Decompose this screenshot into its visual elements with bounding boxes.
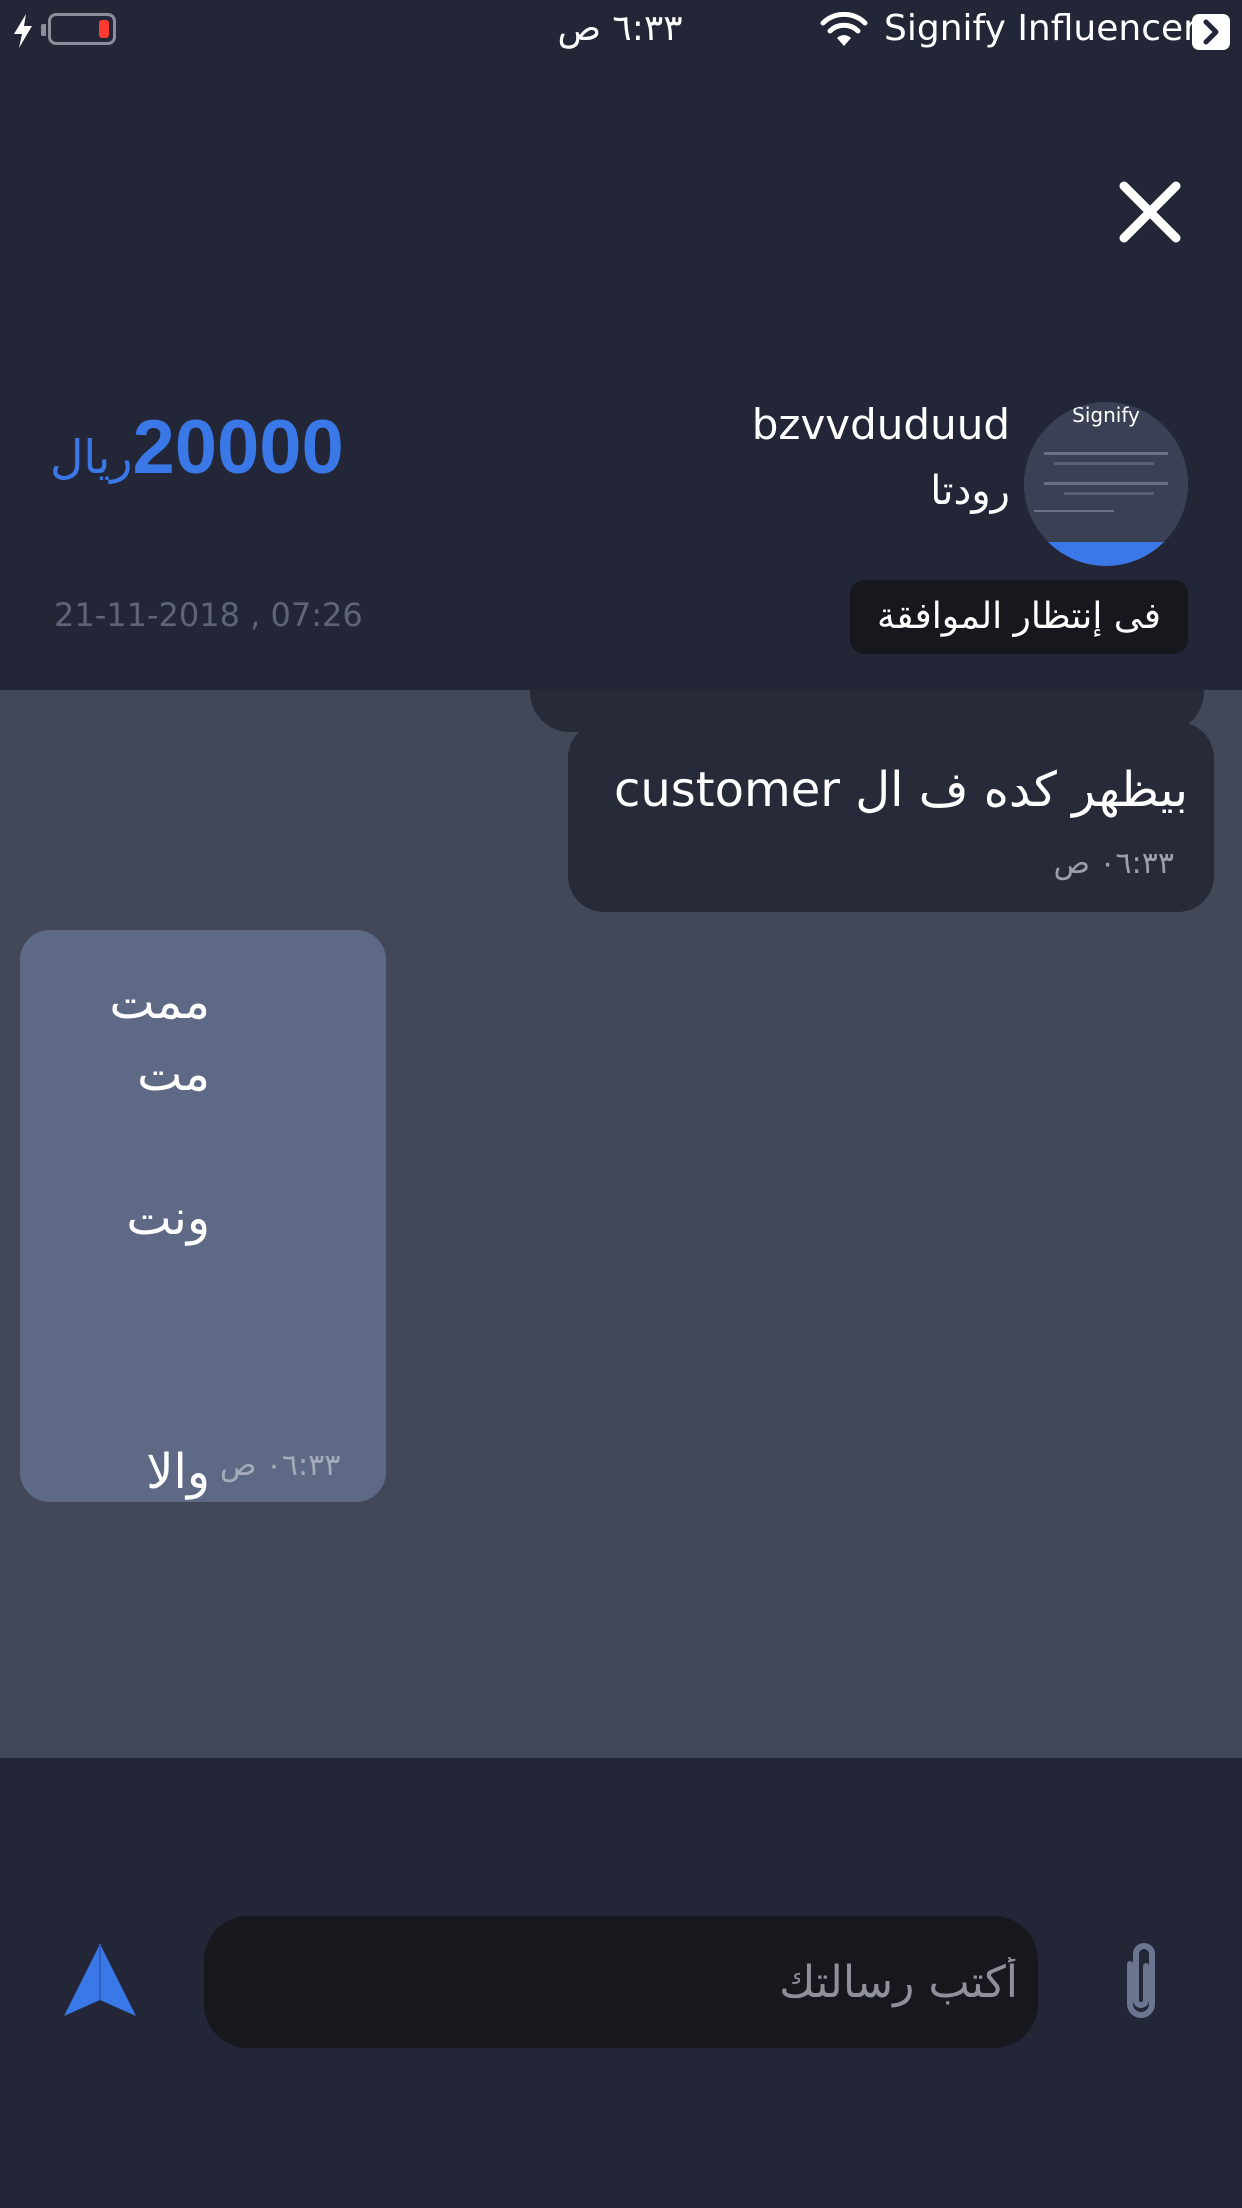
incoming-message[interactable]: ممت مت ونت والا ٠٦:٣٣ ص xyxy=(20,930,386,1502)
user-name: bzvvduduud xyxy=(751,400,1010,449)
offer-amount: ريال 20000 xyxy=(50,404,470,500)
status-badge: فى إنتظار الموافقة xyxy=(850,580,1188,654)
message-line: والا xyxy=(146,1444,210,1500)
avatar: Signify xyxy=(1024,402,1188,566)
back-to-app-icon[interactable] xyxy=(1192,14,1230,50)
wifi-icon xyxy=(820,12,868,46)
outgoing-message[interactable]: بيظهر كده ف ال customer ٠٦:٣٣ ص xyxy=(568,722,1214,912)
battery-tip xyxy=(41,24,46,36)
chat-area[interactable]: بيظهر كده ف ال customer ٠٦:٣٣ ص ممت مت و… xyxy=(0,690,1242,1758)
amount-currency: ريال xyxy=(50,430,133,484)
chevron-right-icon xyxy=(1203,19,1219,45)
message-time: ٠٦:٣٣ ص xyxy=(220,1448,341,1483)
battery-level xyxy=(99,20,109,38)
paperclip-icon[interactable] xyxy=(1116,1938,1166,2026)
send-icon[interactable] xyxy=(62,1942,138,2018)
status-bar: ٦:٣٣ ص Signify Influencer xyxy=(0,0,1242,62)
offer-date: 21-11-2018 , 07:26 xyxy=(54,596,363,634)
message-line: ونت xyxy=(126,1190,210,1246)
message-line: ممت xyxy=(109,974,210,1030)
message-line: مت xyxy=(137,1046,210,1102)
user-subtitle: رودتا xyxy=(930,468,1010,514)
message-text: بيظهر كده ف ال customer xyxy=(613,762,1188,818)
status-time: ٦:٣٣ ص xyxy=(557,8,683,49)
avatar-image: Signify xyxy=(1024,402,1188,566)
close-icon[interactable] xyxy=(1114,176,1186,248)
avatar-logo-text: Signify xyxy=(1072,403,1140,427)
message-input[interactable] xyxy=(204,1916,1038,2048)
charging-bolt-icon xyxy=(14,14,32,48)
message-time: ٠٦:٣٣ ص xyxy=(1053,846,1174,881)
battery-icon xyxy=(48,13,116,45)
carrier-name: Signify Influencer xyxy=(884,8,1198,49)
amount-value: 20000 xyxy=(132,405,344,490)
